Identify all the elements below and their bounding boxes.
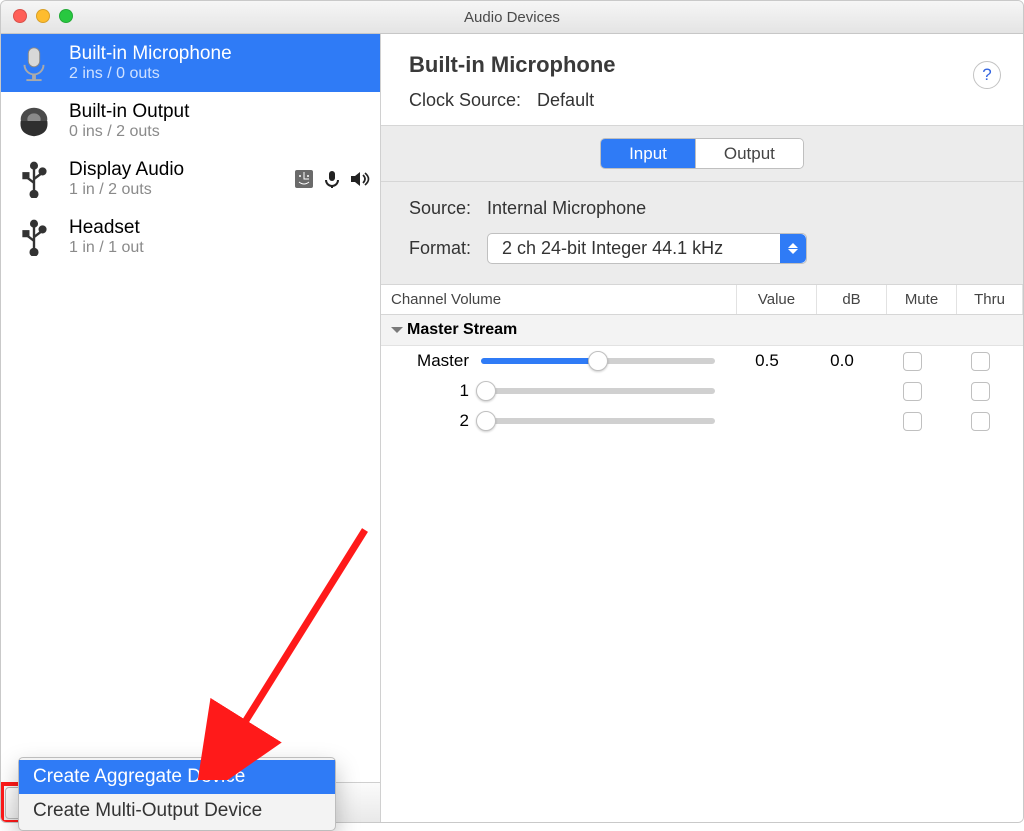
microphone-icon xyxy=(13,42,55,84)
zoom-icon[interactable] xyxy=(59,9,73,23)
usb-icon xyxy=(13,158,55,200)
thru-checkbox[interactable] xyxy=(971,382,990,401)
device-io: 1 in / 1 out xyxy=(69,239,144,257)
source-value: Internal Microphone xyxy=(487,198,646,219)
detail-header: Built-in Microphone Clock Source: Defaul… xyxy=(381,34,1023,126)
col-channel[interactable]: Channel Volume xyxy=(381,285,737,314)
tab-input[interactable]: Input xyxy=(601,139,696,168)
device-io: 2 ins / 0 outs xyxy=(69,65,232,83)
tab-output[interactable]: Output xyxy=(696,139,803,168)
section-label: Master Stream xyxy=(407,321,517,339)
device-name: Built-in Output xyxy=(69,101,189,123)
help-button[interactable]: ? xyxy=(973,61,1001,89)
mute-checkbox[interactable] xyxy=(903,352,922,371)
channel-label: 1 xyxy=(391,381,481,401)
stepper-arrows-icon xyxy=(780,234,806,263)
clock-source-label: Clock Source: xyxy=(409,90,521,111)
volume-slider[interactable] xyxy=(481,358,715,364)
input-settings: Source: Internal Microphone Format: 2 ch… xyxy=(381,182,1023,285)
volume-badge-icon xyxy=(350,169,370,189)
window-controls xyxy=(13,9,73,23)
col-db[interactable]: dB xyxy=(817,285,887,314)
io-tabs: Input Output xyxy=(381,126,1023,182)
channel-row: Master 0.50.0 xyxy=(381,346,1023,376)
channel-table: Channel Volume Value dB Mute Thru Master… xyxy=(381,285,1023,822)
titlebar[interactable]: Audio Devices xyxy=(1,1,1023,34)
device-name: Headset xyxy=(69,217,144,239)
mic-badge-icon xyxy=(322,169,342,189)
device-display-audio[interactable]: Display Audio 1 in / 2 outs xyxy=(1,150,380,208)
table-header: Channel Volume Value dB Mute Thru xyxy=(381,285,1023,315)
audio-devices-window: Audio Devices Built-in Microphone 2 ins … xyxy=(0,0,1024,823)
clock-source-value: Default xyxy=(537,90,594,111)
format-label: Format: xyxy=(409,238,471,259)
col-value[interactable]: Value xyxy=(737,285,817,314)
close-icon[interactable] xyxy=(13,9,27,23)
finder-icon xyxy=(294,169,314,189)
device-list: Built-in Microphone 2 ins / 0 outs Built… xyxy=(1,34,380,782)
usb-icon xyxy=(13,216,55,258)
thru-checkbox[interactable] xyxy=(971,412,990,431)
format-popup[interactable]: 2 ch 24-bit Integer 44.1 kHz xyxy=(487,233,807,264)
device-io: 1 in / 2 outs xyxy=(69,181,184,199)
device-name: Built-in Microphone xyxy=(69,43,232,65)
menu-create-aggregate[interactable]: Create Aggregate Device xyxy=(19,760,335,794)
col-mute[interactable]: Mute xyxy=(887,285,957,314)
minimize-icon[interactable] xyxy=(36,9,50,23)
device-io: 0 ins / 2 outs xyxy=(69,123,189,141)
volume-slider[interactable] xyxy=(481,388,715,394)
thru-checkbox[interactable] xyxy=(971,352,990,371)
speaker-icon xyxy=(13,100,55,142)
device-builtin-output[interactable]: Built-in Output 0 ins / 2 outs xyxy=(1,92,380,150)
source-label: Source: xyxy=(409,198,471,219)
disclosure-triangle-icon xyxy=(391,327,403,339)
section-master-stream[interactable]: Master Stream xyxy=(381,315,1023,346)
channel-row: 1 xyxy=(381,376,1023,406)
detail-title: Built-in Microphone xyxy=(409,52,995,78)
col-thru[interactable]: Thru xyxy=(957,285,1023,314)
device-headset[interactable]: Headset 1 in / 1 out xyxy=(1,208,380,266)
db-cell: 0.0 xyxy=(807,351,877,371)
format-value: 2 ch 24-bit Integer 44.1 kHz xyxy=(502,238,723,258)
volume-slider[interactable] xyxy=(481,418,715,424)
mute-checkbox[interactable] xyxy=(903,412,922,431)
channel-row: 2 xyxy=(381,406,1023,436)
window-title: Audio Devices xyxy=(464,9,560,26)
add-device-menu: Create Aggregate Device Create Multi-Out… xyxy=(18,757,336,831)
device-detail: Built-in Microphone Clock Source: Defaul… xyxy=(381,34,1023,822)
device-builtin-microphone[interactable]: Built-in Microphone 2 ins / 0 outs xyxy=(1,34,380,92)
channel-label: Master xyxy=(391,351,481,371)
device-sidebar: Built-in Microphone 2 ins / 0 outs Built… xyxy=(1,34,381,822)
channel-label: 2 xyxy=(391,411,481,431)
value-cell: 0.5 xyxy=(727,351,807,371)
device-name: Display Audio xyxy=(69,159,184,181)
mute-checkbox[interactable] xyxy=(903,382,922,401)
